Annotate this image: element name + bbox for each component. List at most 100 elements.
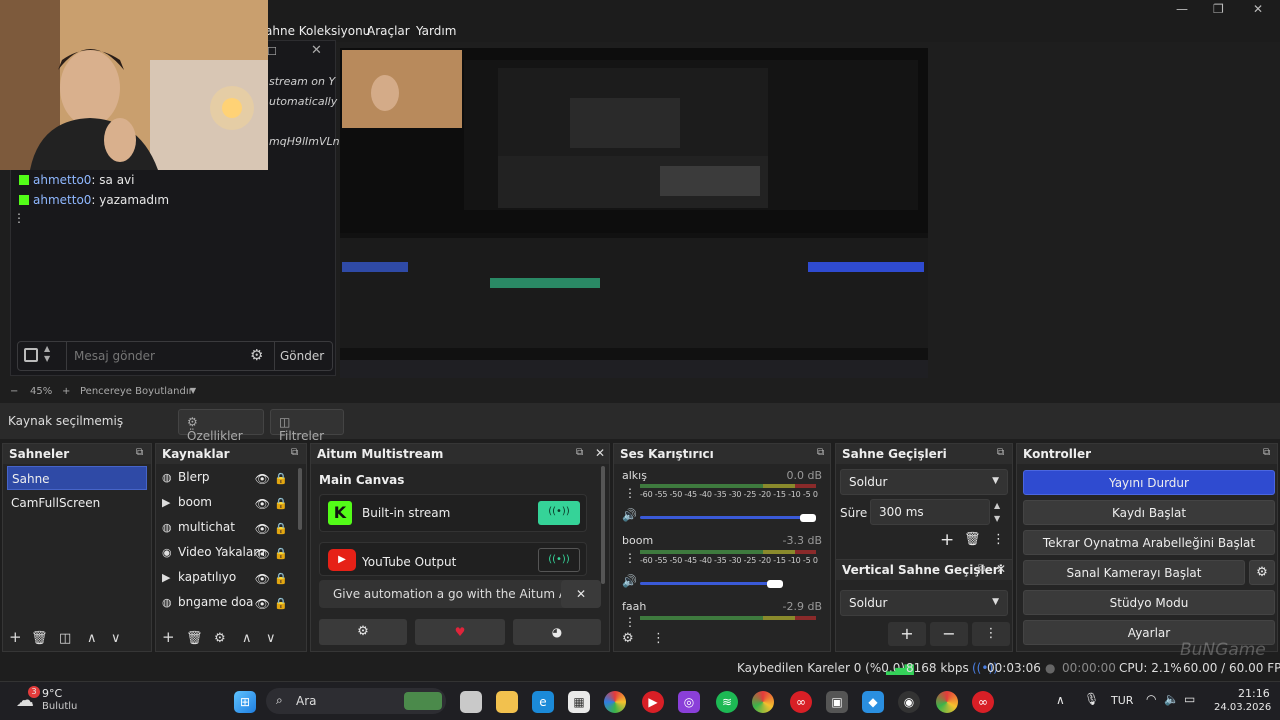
volume-knob[interactable]: [767, 580, 783, 588]
gear-icon[interactable]: ⚙: [214, 631, 226, 646]
duration-input[interactable]: 300 ms: [870, 499, 990, 525]
menu-help[interactable]: Yardım: [416, 24, 456, 38]
dock-float-icon[interactable]: ⧉: [817, 447, 824, 458]
dock-float-icon[interactable]: ⧉: [291, 447, 298, 458]
stop-stream-button[interactable]: Yayını Durdur: [1023, 470, 1275, 495]
remove-icon[interactable]: −: [930, 622, 968, 646]
volume-icon[interactable]: 🔈: [1164, 692, 1179, 706]
add-icon[interactable]: +: [9, 628, 22, 646]
lock-icon[interactable]: 🔒: [274, 547, 288, 560]
twitch-icon[interactable]: [24, 348, 38, 362]
filter-icon[interactable]: ◫: [59, 631, 71, 646]
move-up-icon[interactable]: ∧: [87, 631, 97, 646]
dock-float-icon[interactable]: ⧉: [576, 447, 583, 458]
source-item[interactable]: ▶ kapatılıyo 👁 🔒: [162, 570, 300, 592]
folder-icon[interactable]: [496, 691, 518, 713]
vertical-transition-select[interactable]: Soldur ▼: [840, 590, 1008, 616]
source-item[interactable]: ◍ Blerp 👁 🔒: [162, 470, 300, 492]
stream-toggle-off[interactable]: ((•)): [538, 548, 580, 572]
chat-username[interactable]: ahmetto0: [33, 173, 91, 187]
scene-item-sahne[interactable]: Sahne: [7, 466, 147, 490]
add-icon[interactable]: +: [162, 628, 175, 646]
photos-icon[interactable]: [604, 691, 626, 713]
gear-icon[interactable]: ⚙: [250, 346, 263, 364]
trash-icon[interactable]: 🗑: [964, 532, 981, 547]
chrome-icon[interactable]: [936, 691, 958, 713]
volume-knob[interactable]: [800, 514, 816, 522]
maximize-icon[interactable]: ❐: [1213, 2, 1224, 16]
source-item[interactable]: ▶ boom 👁 🔒: [162, 495, 300, 517]
zoom-in-button[interactable]: +: [62, 386, 70, 397]
program-preview[interactable]: [340, 48, 928, 378]
replay-buffer-button[interactable]: Tekrar Oynatma Arabelleğini Başlat: [1023, 530, 1275, 555]
channel-menu-icon[interactable]: ⋮: [624, 486, 636, 500]
dock-float-icon[interactable]: ⧉: [997, 447, 1004, 458]
move-down-icon[interactable]: ∨: [266, 631, 276, 646]
scene-item-camfullscreen[interactable]: CamFullScreen: [7, 491, 147, 515]
app-icon[interactable]: ∞: [972, 691, 994, 713]
duration-stepper[interactable]: ▲ ▼: [994, 499, 1000, 525]
more-icon[interactable]: ⋮: [992, 532, 1005, 547]
more-icon[interactable]: ⋮: [972, 622, 1010, 646]
clock-time[interactable]: 21:16: [1238, 687, 1270, 700]
store-icon[interactable]: ▦: [568, 691, 590, 713]
obs-icon[interactable]: ◉: [898, 691, 920, 713]
tray-chevron-icon[interactable]: ∧: [1056, 693, 1065, 707]
dock-float-icon[interactable]: ⧉: [1263, 447, 1270, 458]
battery-icon[interactable]: ▭: [1184, 692, 1195, 706]
spotify-icon[interactable]: ≋: [716, 691, 738, 713]
gear-icon[interactable]: ⚙: [1249, 560, 1275, 585]
chat-message-input[interactable]: [74, 346, 244, 366]
task-view-icon[interactable]: [460, 691, 482, 713]
transition-select[interactable]: Soldur ▼: [840, 469, 1008, 495]
heart-icon[interactable]: ♥: [415, 619, 505, 645]
send-button[interactable]: Gönder: [280, 349, 324, 363]
zoom-out-button[interactable]: −: [10, 386, 18, 397]
chat-maximize-icon[interactable]: ☐: [267, 45, 277, 58]
aitum-promo-banner[interactable]: Give automation a go with the Aitum App: [319, 580, 601, 608]
windows-start-icon[interactable]: ⊞: [234, 691, 256, 713]
wifi-icon[interactable]: ◠: [1146, 692, 1156, 706]
chat-username[interactable]: ahmetto0: [33, 193, 91, 207]
fit-dropdown-icon[interactable]: ▼: [190, 386, 196, 395]
stream-toggle-on[interactable]: ((•)): [538, 501, 580, 525]
lock-icon[interactable]: 🔒: [274, 522, 288, 535]
app-icon[interactable]: ◆: [862, 691, 884, 713]
add-icon[interactable]: +: [940, 530, 954, 550]
properties-button[interactable]: ⚙ Özellikler: [178, 409, 264, 443]
virtual-camera-button[interactable]: Sanal Kamerayı Başlat: [1023, 560, 1245, 585]
volume-slider[interactable]: [640, 582, 783, 585]
source-item[interactable]: ◍ bngame doa 👁 🔒: [162, 595, 300, 617]
media-player-icon[interactable]: ▶: [642, 691, 664, 713]
eye-icon[interactable]: 👁: [255, 572, 270, 586]
trash-icon[interactable]: 🗑: [31, 631, 48, 646]
discord-icon[interactable]: ◕: [513, 619, 601, 645]
gear-icon[interactable]: ⚙: [319, 619, 407, 645]
source-item[interactable]: ◍ multichat 👁 🔒: [162, 520, 300, 542]
dock-close-icon[interactable]: ✕: [996, 562, 1006, 576]
taskbar-search[interactable]: ⌕ Ara: [266, 688, 446, 714]
move-down-icon[interactable]: ∨: [111, 631, 121, 646]
dock-close-icon[interactable]: ✕: [595, 446, 605, 460]
eye-icon[interactable]: 👁: [255, 547, 270, 561]
gear-icon[interactable]: ⚙: [622, 631, 634, 646]
filters-button[interactable]: ◫ Filtreler: [270, 409, 344, 443]
move-up-icon[interactable]: ∧: [242, 631, 252, 646]
app-icon[interactable]: ▣: [826, 691, 848, 713]
chat-more-icon[interactable]: ⋮: [13, 211, 25, 225]
language-label[interactable]: TUR: [1111, 694, 1133, 707]
mic-icon[interactable]: 🎙: [1084, 692, 1099, 706]
lock-icon[interactable]: 🔒: [274, 597, 288, 610]
more-icon[interactable]: ⋮: [652, 631, 665, 646]
eye-icon[interactable]: 👁: [255, 497, 270, 511]
edge-icon[interactable]: e: [532, 691, 554, 713]
volume-slider[interactable]: [640, 516, 816, 519]
channel-menu-icon[interactable]: ⋮: [624, 551, 636, 565]
lock-icon[interactable]: 🔒: [274, 572, 288, 585]
eye-icon[interactable]: 👁: [255, 597, 270, 611]
lock-icon[interactable]: 🔒: [274, 472, 288, 485]
dismiss-promo-button[interactable]: ✕: [561, 580, 601, 608]
source-item[interactable]: ◉ Video Yakalam 👁 🔒: [162, 545, 300, 567]
close-icon[interactable]: ✕: [1253, 2, 1263, 16]
chevron-updown-icon[interactable]: ▲ ▼: [44, 344, 50, 364]
